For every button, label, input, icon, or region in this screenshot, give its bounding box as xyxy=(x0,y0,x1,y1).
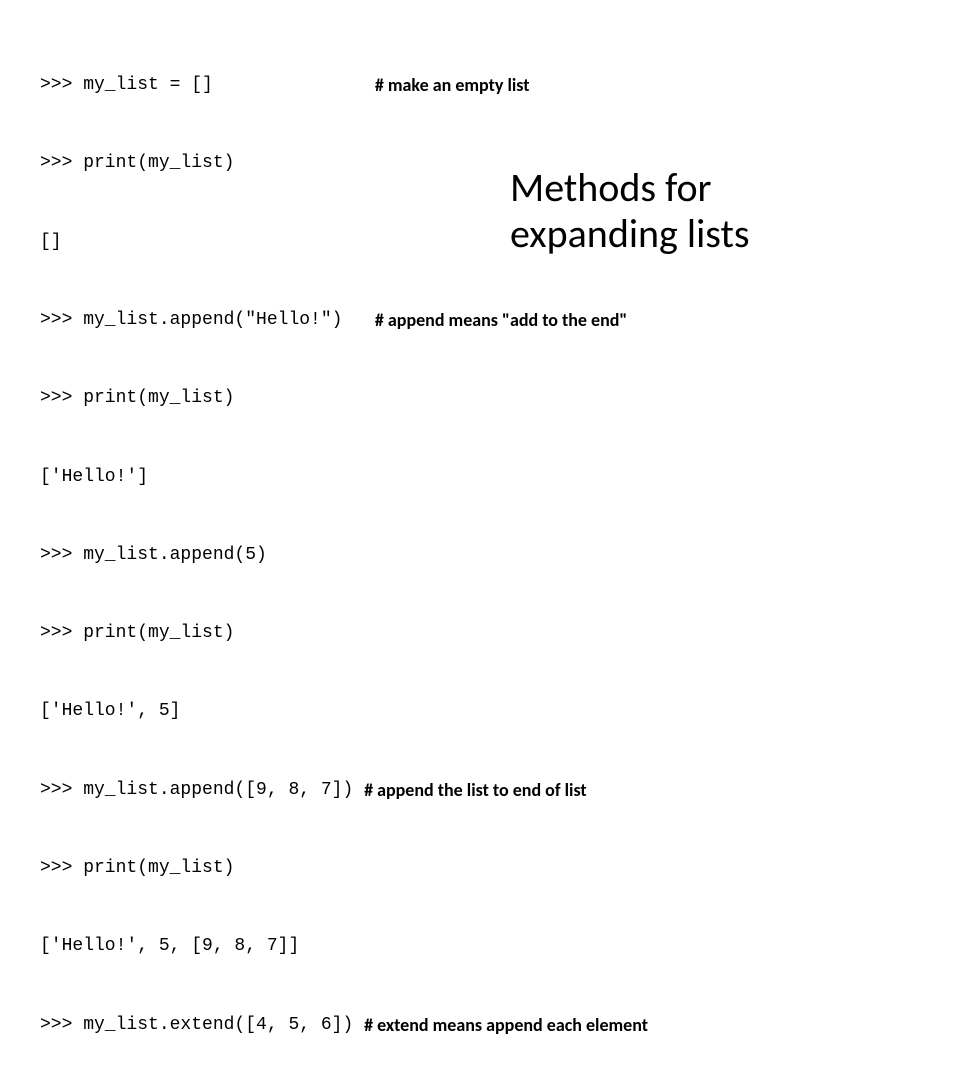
code-line: >>> print(my_list) xyxy=(40,150,920,176)
code-line: >>> print(my_list) xyxy=(40,855,920,881)
code-line: >>> my_list.extend([4, 5, 6]) # extend m… xyxy=(40,1012,920,1038)
code-text: >>> print(my_list) xyxy=(40,620,234,646)
slide-title: Methods for expanding lists xyxy=(510,165,750,257)
code-text: >>> my_list.append(5) xyxy=(40,542,267,568)
title-line-2: expanding lists xyxy=(510,211,750,257)
code-comment: # append means "add to the end" xyxy=(375,307,627,333)
code-line: >>> my_list = [] # make an empty list xyxy=(40,72,920,98)
code-comment: # extend means append each element xyxy=(364,1012,648,1038)
title-line-1: Methods for xyxy=(510,165,750,211)
code-comment: # append the list to end of list xyxy=(364,777,587,803)
code-text: >>> my_list.append([9, 8, 7]) xyxy=(40,777,364,803)
code-text: >>> print(my_list) xyxy=(40,385,234,411)
code-block: >>> my_list = [] # make an empty list >>… xyxy=(40,20,920,1080)
code-text: >>> print(my_list) xyxy=(40,855,234,881)
code-comment: # make an empty list xyxy=(375,72,530,98)
code-line: >>> print(my_list) xyxy=(40,385,920,411)
code-text: [] xyxy=(40,229,62,255)
code-line: ['Hello!', 5, [9, 8, 7]] xyxy=(40,933,920,959)
code-line: [] xyxy=(40,229,920,255)
code-text: >>> print(my_list) xyxy=(40,150,234,176)
code-line: >>> my_list.append(5) xyxy=(40,542,920,568)
code-line: >>> print(my_list) xyxy=(40,620,920,646)
code-line: >>> my_list.append([9, 8, 7]) # append t… xyxy=(40,777,920,803)
code-text: ['Hello!', 5, [9, 8, 7]] xyxy=(40,933,299,959)
code-line: ['Hello!'] xyxy=(40,464,920,490)
code-text: >>> my_list.append("Hello!") xyxy=(40,307,375,333)
code-text: >>> my_list = [] xyxy=(40,72,375,98)
code-text: ['Hello!'] xyxy=(40,464,148,490)
code-line: ['Hello!', 5] xyxy=(40,698,920,724)
code-text: >>> my_list.extend([4, 5, 6]) xyxy=(40,1012,364,1038)
code-text: ['Hello!', 5] xyxy=(40,698,180,724)
code-line: >>> my_list.append("Hello!") # append me… xyxy=(40,307,920,333)
